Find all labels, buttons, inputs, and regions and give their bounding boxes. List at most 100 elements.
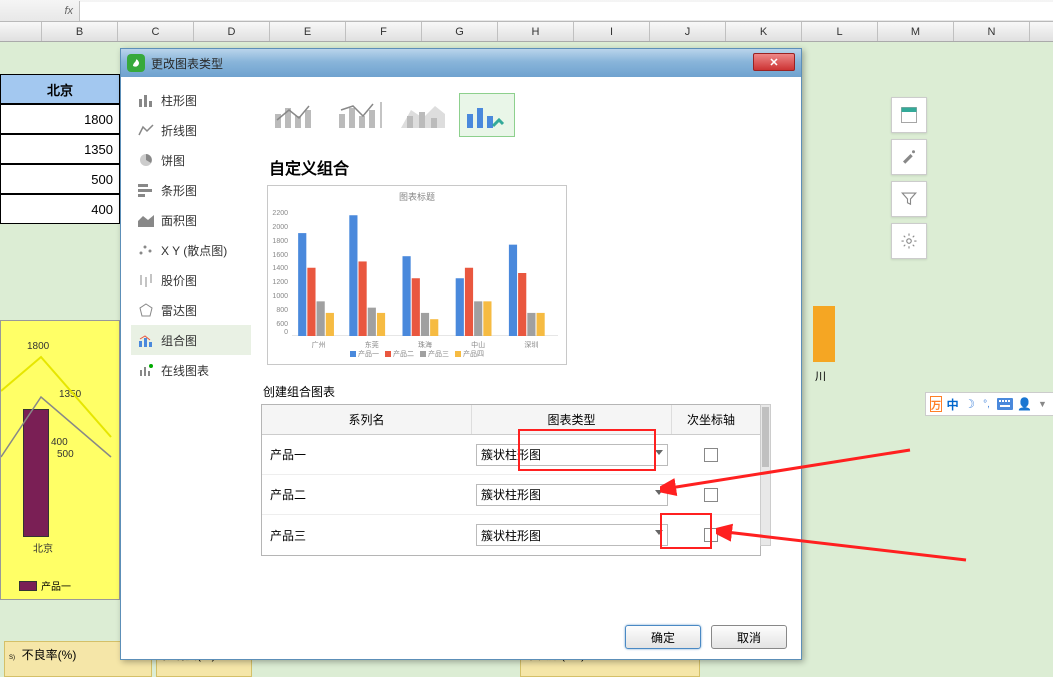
col-header[interactable]: I (574, 22, 650, 41)
subtype-row (261, 85, 791, 145)
legend-swatch-icon (19, 581, 37, 591)
table-row: 产品二 簇状柱形图 (262, 475, 760, 515)
combo-chart-icon (137, 331, 155, 349)
series-name: 产品二 (262, 486, 472, 503)
chart-settings-button[interactable] (891, 223, 927, 259)
close-button[interactable]: ✕ (753, 53, 795, 71)
formula-input[interactable] (80, 2, 1053, 20)
punct-button[interactable]: °, (980, 395, 993, 413)
embedded-chart-right: 川 (805, 282, 865, 402)
cell-header[interactable]: 北京 (0, 74, 120, 104)
secondary-axis-checkbox[interactable] (704, 448, 718, 462)
create-combo-label: 创建组合图表 (263, 383, 791, 400)
nav-radar-chart[interactable]: 雷达图 (131, 295, 251, 325)
chart-type-select[interactable]: 簇状柱形图 (476, 444, 668, 466)
funnel-icon (900, 190, 918, 208)
col-header[interactable]: B (42, 22, 118, 41)
moon-icon[interactable]: ☽ (963, 395, 976, 413)
combo-series-table: 系列名 图表类型 次坐标轴 产品一 簇状柱形图 产品二 簇状柱形图 产品三 簇状… (261, 404, 761, 556)
chart-type-select[interactable]: 簇状柱形图 (476, 484, 668, 506)
sticky-text: 不良率(%) (22, 648, 77, 662)
ime-cn-button[interactable]: 中 (946, 395, 959, 413)
chart-type-select[interactable]: 簇状柱形图 (476, 524, 668, 546)
cell[interactable]: 1350 (0, 134, 120, 164)
col-header[interactable]: M (878, 22, 954, 41)
scatter-chart-icon (137, 241, 155, 259)
col-header[interactable] (0, 22, 42, 41)
col-header[interactable]: L (802, 22, 878, 41)
chevron-down-icon (655, 450, 663, 455)
nav-column-chart[interactable]: 柱形图 (131, 85, 251, 115)
bar-chart-icon (137, 181, 155, 199)
col-header[interactable]: D (194, 22, 270, 41)
chart-elements-button[interactable] (891, 97, 927, 133)
col-header[interactable]: N (954, 22, 1030, 41)
table-row: 产品一 簇状柱形图 (262, 435, 760, 475)
cell[interactable]: 1800 (0, 104, 120, 134)
cancel-button[interactable]: 取消 (711, 625, 787, 649)
col-header[interactable]: F (346, 22, 422, 41)
nav-pie-chart[interactable]: 饼图 (131, 145, 251, 175)
nav-label: X Y (散点图) (161, 242, 227, 259)
formula-bar: fx (0, 0, 1053, 22)
table-scrollbar[interactable] (760, 404, 771, 546)
chart-filter-button[interactable] (891, 181, 927, 217)
nav-bar-chart[interactable]: 条形图 (131, 175, 251, 205)
line-chart-icon (137, 121, 155, 139)
secondary-axis-checkbox[interactable] (704, 528, 718, 542)
chart-style-button[interactable] (891, 139, 927, 175)
dialog-buttons: 确定 取消 (625, 625, 787, 649)
ime-status-bar: 万 中 ☽ °, 👤 ▼ (925, 392, 1053, 416)
col-header[interactable]: J (650, 22, 726, 41)
subtype-option-selected[interactable] (459, 93, 515, 137)
keyboard-icon[interactable] (997, 395, 1013, 413)
nav-line-chart[interactable]: 折线图 (131, 115, 251, 145)
subtype-option[interactable] (395, 93, 451, 137)
col-header[interactable]: C (118, 22, 194, 41)
col-header[interactable]: E (270, 22, 346, 41)
dialog-titlebar[interactable]: 更改图表类型 ✕ (121, 49, 801, 77)
pie-chart-icon (137, 151, 155, 169)
ok-button[interactable]: 确定 (625, 625, 701, 649)
series-name: 产品一 (262, 446, 472, 463)
nav-label: 条形图 (161, 182, 197, 199)
section-title: 自定义组合 (269, 155, 791, 179)
chart-elements-icon (900, 106, 918, 124)
scrollbar-thumb[interactable] (762, 407, 769, 467)
select-value: 簇状柱形图 (481, 527, 541, 544)
col-header[interactable]: H (498, 22, 574, 41)
gear-icon (900, 232, 918, 250)
subtype-option[interactable] (267, 93, 323, 137)
nav-area-chart[interactable]: 面积图 (131, 205, 251, 235)
cell[interactable]: 500 (0, 164, 120, 194)
x-tick: 北京 (33, 540, 53, 555)
dialog-title: 更改图表类型 (151, 55, 223, 72)
col-header[interactable]: K (726, 22, 802, 41)
chevron-down-icon (655, 490, 663, 495)
nav-stock-chart[interactable]: 股价图 (131, 265, 251, 295)
combo-custom-icon (463, 98, 511, 132)
y-axis: 2200 2000 1800 1600 1400 1200 1000 800 6… (268, 210, 290, 336)
cell[interactable]: 400 (0, 194, 120, 224)
area-chart-icon (137, 211, 155, 229)
th-secondary-axis: 次坐标轴 (672, 405, 750, 434)
secondary-axis-checkbox[interactable] (704, 488, 718, 502)
fx-label: fx (0, 1, 80, 21)
col-header[interactable]: G (422, 22, 498, 41)
nav-label: 折线图 (161, 122, 197, 139)
column-chart-icon (137, 91, 155, 109)
chevron-down-icon[interactable]: ▼ (1036, 395, 1049, 413)
legend-item: 产品一 (19, 578, 71, 593)
embedded-chart[interactable]: 1800 1350 400 500 北京 产品一 (0, 320, 120, 600)
preview-plot: 广州东莞珠海中山深圳 (292, 210, 558, 336)
nav-combo-chart[interactable]: 组合图 (131, 325, 251, 355)
bar (813, 306, 835, 362)
nav-label: 柱形图 (161, 92, 197, 109)
nav-online-chart[interactable]: 在线图表 (131, 355, 251, 385)
subtype-option[interactable] (331, 93, 387, 137)
chart-preview: 图表标题 2200 2000 1800 1600 1400 1200 1000 … (267, 185, 567, 365)
user-icon[interactable]: 👤 (1017, 395, 1032, 413)
nav-scatter-chart[interactable]: X Y (散点图) (131, 235, 251, 265)
combo-subtype-icon (335, 98, 383, 132)
dialog-body: 自定义组合 图表标题 2200 2000 1800 1600 1400 1200… (261, 85, 791, 615)
